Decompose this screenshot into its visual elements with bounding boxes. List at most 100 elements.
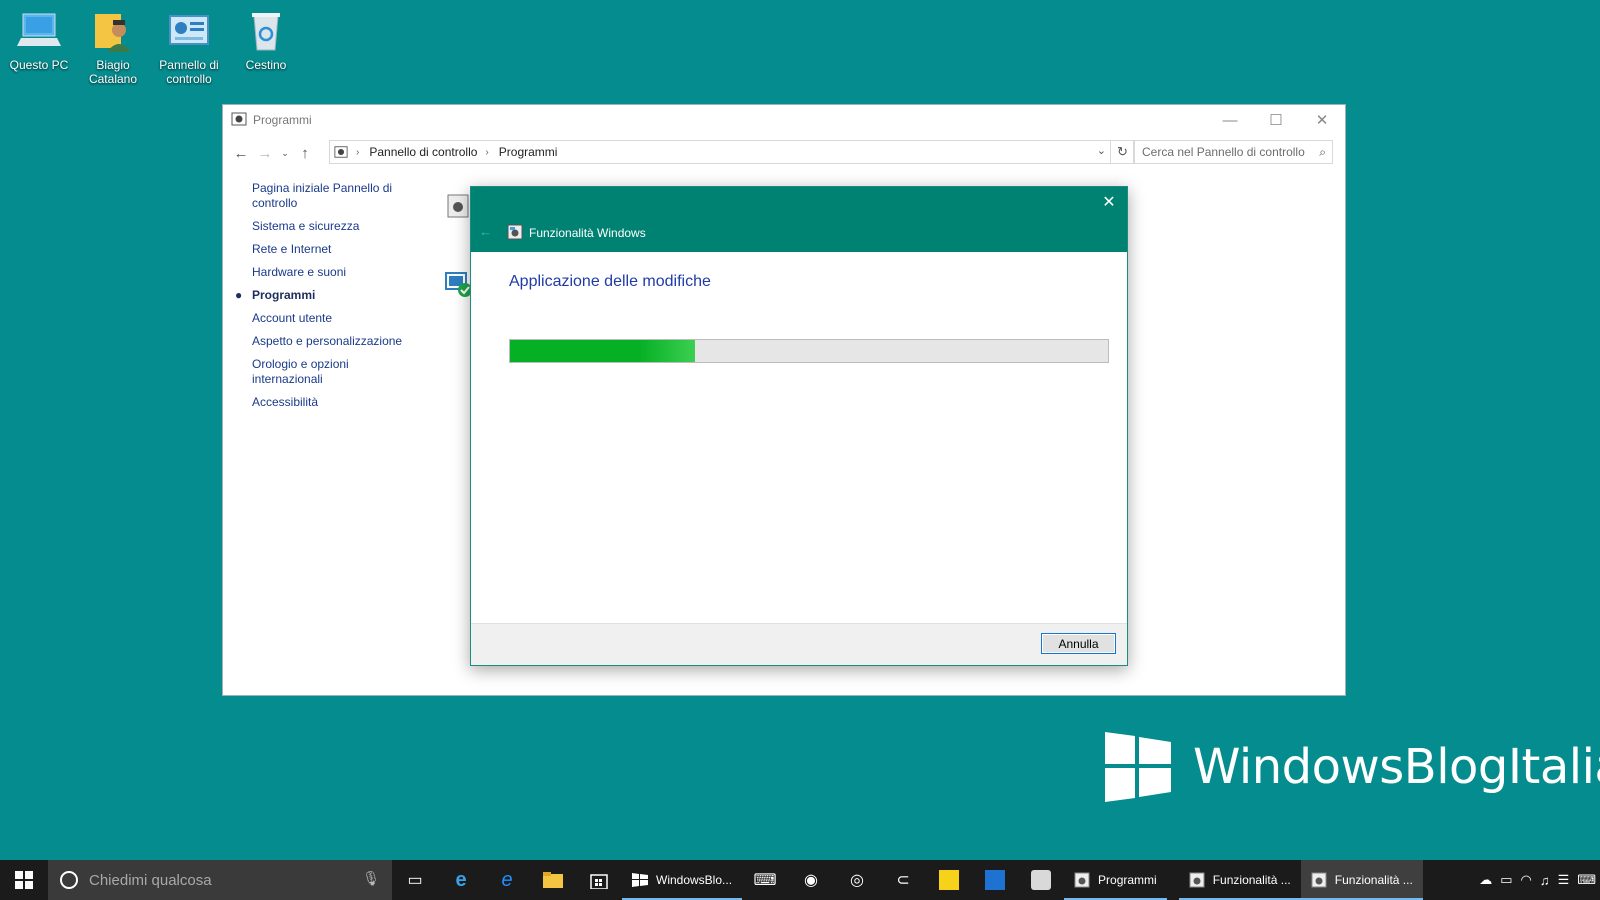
taskbar-app-windowsblog[interactable]: WindowsBlo...	[622, 860, 743, 900]
sidebar-item-user-accounts[interactable]: Account utente	[223, 311, 433, 326]
windows-features-dialog: ✕ ← Funzionalità Windows Applicazione de…	[470, 186, 1128, 666]
window-titlebar[interactable]: Programmi	[223, 105, 1345, 135]
sidebar-item-label: Rete e Internet	[252, 242, 332, 256]
windows-features-icon	[507, 224, 523, 240]
breadcrumb-separator-icon: ›	[485, 146, 489, 158]
windows-start-icon	[15, 871, 33, 889]
sidebar-item-label: Orologio e opzioni internazionali	[252, 357, 349, 386]
progress-bar	[509, 339, 1109, 363]
sidebar-item-hardware[interactable]: Hardware e suoni	[223, 265, 433, 280]
window-title: Programmi	[253, 113, 312, 127]
sidebar-item-accessibility[interactable]: Accessibilità	[223, 395, 433, 410]
sidebar-item-label: Accessibilità	[252, 395, 319, 409]
close-icon[interactable]: ✕	[1099, 192, 1119, 212]
maximize-button[interactable]: ☐	[1253, 105, 1299, 135]
paint-app-icon[interactable]	[1018, 860, 1064, 900]
sidebar: Pagina iniziale Pannello di controllo Si…	[223, 181, 433, 418]
windowsblog-icon	[632, 872, 648, 888]
watermark: WindowsBlogItalia	[1105, 728, 1600, 806]
search-placeholder: Cerca nel Pannello di controllo	[1142, 145, 1305, 159]
desktop-icon-label: Cestino	[245, 58, 287, 72]
active-bullet-icon: ●	[235, 288, 243, 302]
desktop-icon-control-panel[interactable]: Pannello di controllo	[152, 8, 226, 86]
sticky-notes-icon[interactable]	[926, 860, 972, 900]
desktop-icon-user-folder[interactable]: Biagio Catalano	[76, 8, 150, 86]
breadcrumb-control-panel[interactable]: Pannello di controllo	[369, 145, 477, 159]
sidebar-item-clock-region[interactable]: Orologio e opzioni internazionali	[223, 357, 373, 387]
taskbar-app-label: Programmi	[1098, 873, 1157, 887]
recent-locations-chevron-icon[interactable]: ⌄	[277, 141, 293, 165]
camera-app-icon[interactable]: ◎	[834, 860, 880, 900]
dialog-header: ✕ ← Funzionalità Windows	[471, 187, 1127, 252]
control-panel-small-icon	[231, 111, 247, 130]
user-app-icon[interactable]	[972, 860, 1018, 900]
taskbar-search-input[interactable]: Chiedimi qualcosa 🎙	[48, 860, 392, 900]
address-bar[interactable]: › Pannello di controllo › Programmi ⌄	[329, 140, 1111, 164]
cancel-button[interactable]: Annulla	[1041, 633, 1116, 654]
forward-arrow-icon[interactable]: →	[253, 141, 277, 165]
store-icon[interactable]	[576, 860, 622, 900]
back-arrow-icon[interactable]: ←	[479, 224, 492, 239]
search-input[interactable]: Cerca nel Pannello di controllo ⌕	[1133, 140, 1333, 164]
taskbar-app-label: Funzionalità ...	[1334, 873, 1413, 887]
sidebar-item-network[interactable]: Rete e Internet	[223, 242, 433, 257]
control-panel-icon	[1074, 872, 1090, 888]
desktop-icon-label: Catalano	[88, 72, 138, 86]
windows-logo-icon	[1105, 728, 1171, 806]
sidebar-item-label: Hardware e suoni	[252, 265, 347, 279]
volume-icon[interactable]: ♫	[1540, 873, 1550, 888]
desktop-icon-label: Questo PC	[9, 58, 69, 72]
action-center-icon[interactable]: ☰	[1558, 872, 1570, 888]
sidebar-item-programs[interactable]: ● Programmi	[223, 288, 433, 303]
back-arrow-icon[interactable]: ←	[229, 141, 253, 165]
keyboard-layout-icon[interactable]: ⌨	[1577, 872, 1596, 888]
sidebar-item-label: Programmi	[252, 288, 316, 302]
desktop-icon-this-pc[interactable]: Questo PC	[2, 8, 76, 72]
taskbar-app-label: Funzionalità ...	[1212, 873, 1291, 887]
breadcrumb-programs[interactable]: Programmi	[499, 145, 558, 159]
dialog-heading: Applicazione delle modifiche	[509, 273, 711, 290]
breadcrumb-separator-icon: ›	[356, 146, 360, 158]
refresh-icon[interactable]: ↻	[1111, 140, 1135, 164]
webcam-app-icon[interactable]: ◉	[788, 860, 834, 900]
system-tray: ☁ ▭ ◠ ♫ ☰ ⌨	[1475, 860, 1600, 900]
sidebar-item-label: Sistema e sicurezza	[252, 219, 360, 233]
computer-icon	[17, 8, 61, 52]
progress-fill	[510, 340, 696, 362]
internet-explorer-icon[interactable]: e	[484, 860, 530, 900]
taskbar-app-features-2[interactable]: Funzionalità ...	[1300, 860, 1423, 900]
chevron-down-icon[interactable]: ⌄	[1097, 144, 1106, 157]
connect-app-icon[interactable]: ⊂	[880, 860, 926, 900]
edge-browser-icon[interactable]: e	[438, 860, 484, 900]
start-button[interactable]	[0, 860, 48, 900]
keyboard-app-icon[interactable]: ⌨	[742, 860, 788, 900]
file-explorer-icon[interactable]	[530, 860, 576, 900]
window-controls: — ☐ ✕	[1207, 105, 1345, 135]
sidebar-item-appearance[interactable]: Aspetto e personalizzazione	[223, 334, 433, 349]
task-view-icon[interactable]: ▭	[392, 860, 438, 900]
sidebar-item-label: Account utente	[252, 311, 333, 325]
taskbar: Chiedimi qualcosa 🎙 ▭ e e WindowsBlo... …	[0, 860, 1600, 900]
onedrive-icon[interactable]: ☁	[1479, 872, 1492, 888]
battery-icon[interactable]: ▭	[1500, 872, 1512, 888]
taskbar-app-features-1[interactable]: Funzionalità ...	[1178, 860, 1301, 900]
up-arrow-icon[interactable]: ↑	[293, 141, 317, 165]
search-icon: ⌕	[1319, 145, 1326, 159]
desktop-icon-recycle-bin[interactable]: Cestino	[229, 8, 303, 72]
windows-features-icon	[1311, 872, 1327, 888]
taskbar-search-placeholder: Chiedimi qualcosa	[89, 871, 212, 889]
watermark-text: WindowsBlogItalia	[1193, 739, 1600, 795]
microphone-icon[interactable]: 🎙	[362, 870, 380, 887]
control-panel-small-icon	[334, 145, 348, 159]
sidebar-item-home[interactable]: Pagina iniziale Pannello di controllo	[223, 181, 393, 211]
close-button[interactable]: ✕	[1299, 105, 1345, 135]
minimize-button[interactable]: —	[1207, 105, 1253, 135]
dialog-title: Funzionalità Windows	[529, 226, 646, 240]
sidebar-item-label: Pagina iniziale Pannello di controllo	[252, 181, 393, 210]
taskbar-app-programs[interactable]: Programmi	[1064, 860, 1167, 900]
user-folder-icon	[91, 8, 135, 52]
default-programs-icon[interactable]	[445, 271, 473, 299]
sidebar-item-system-security[interactable]: Sistema e sicurezza	[223, 219, 433, 234]
wifi-icon[interactable]: ◠	[1520, 872, 1531, 888]
desktop-icon-label: Pannello di	[159, 58, 219, 72]
